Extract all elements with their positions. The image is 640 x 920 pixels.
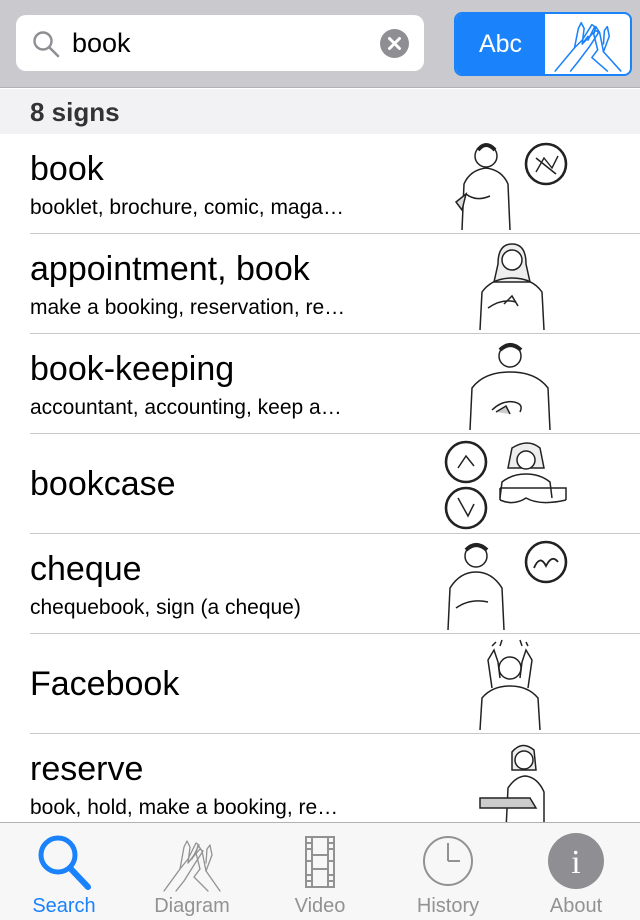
clock-icon (423, 836, 473, 886)
sign-illustration-icon (447, 540, 568, 630)
search-input[interactable] (72, 23, 382, 63)
tab-about[interactable]: i About (512, 823, 640, 920)
svg-text:i: i (571, 844, 580, 881)
item-title: cheque (30, 550, 142, 588)
close-icon (388, 37, 401, 50)
text-mode-button[interactable]: Abc (456, 14, 545, 74)
sign-illustration-icon (469, 343, 551, 430)
sign-illustration-icon (479, 243, 545, 330)
list-item[interactable]: book-keeping accountant, accounting, kee… (0, 334, 640, 434)
list-item[interactable]: bookcase (0, 434, 640, 534)
results-list[interactable]: book booklet, brochure, comic, maga… app… (0, 134, 640, 822)
item-subtitle: make a booking, reservation, re… (30, 296, 346, 319)
item-title: Facebook (30, 665, 180, 703)
item-subtitle: accountant, accounting, keep a… (30, 396, 342, 419)
list-item[interactable]: Facebook (0, 634, 640, 734)
list-item[interactable]: cheque chequebook, sign (a cheque) (0, 534, 640, 634)
search-bar[interactable] (16, 15, 424, 71)
hands-icon (553, 21, 622, 72)
hands-icon (163, 840, 221, 892)
result-count: 8 signs (30, 97, 120, 127)
item-title: appointment, book (30, 250, 310, 288)
handshape-mode-button[interactable] (545, 14, 630, 74)
tab-diagram[interactable]: Diagram (128, 823, 256, 920)
item-title: book (30, 150, 104, 188)
sign-illustration-icon (454, 142, 568, 230)
list-item[interactable]: book booklet, brochure, comic, maga… (0, 134, 640, 234)
tab-label: Diagram (154, 895, 230, 917)
list-item[interactable]: reserve book, hold, make a booking, re… (0, 734, 640, 822)
sign-illustration-icon (479, 744, 545, 822)
sign-illustration-icon (479, 639, 541, 730)
clear-search-button[interactable] (380, 29, 409, 58)
search-icon (33, 31, 60, 58)
sign-illustration-icon (444, 440, 567, 530)
tab-label: Video (294, 895, 346, 917)
item-title: reserve (30, 750, 144, 788)
item-subtitle: book, hold, make a booking, re… (30, 796, 339, 819)
tab-bar: Search Diagram Video History i About (0, 822, 640, 920)
search-header: Abc (0, 0, 640, 88)
list-item[interactable]: appointment, book make a booking, reserv… (0, 234, 640, 334)
item-subtitle: chequebook, sign (a cheque) (30, 596, 301, 619)
info-icon: i (548, 833, 604, 889)
tab-video[interactable]: Video (256, 823, 384, 920)
search-mode-toggle: Abc (454, 12, 632, 76)
item-title: bookcase (30, 465, 176, 503)
tab-label: Search (32, 895, 96, 917)
item-subtitle: booklet, brochure, comic, maga… (30, 196, 344, 219)
tab-label: History (416, 895, 480, 917)
item-title: book-keeping (30, 350, 235, 388)
film-icon (305, 836, 335, 888)
tab-label: About (549, 895, 603, 917)
tab-search[interactable]: Search (0, 823, 128, 920)
result-count-bar: 8 signs (0, 89, 640, 134)
search-icon (38, 835, 91, 890)
tab-history[interactable]: History (384, 823, 512, 920)
